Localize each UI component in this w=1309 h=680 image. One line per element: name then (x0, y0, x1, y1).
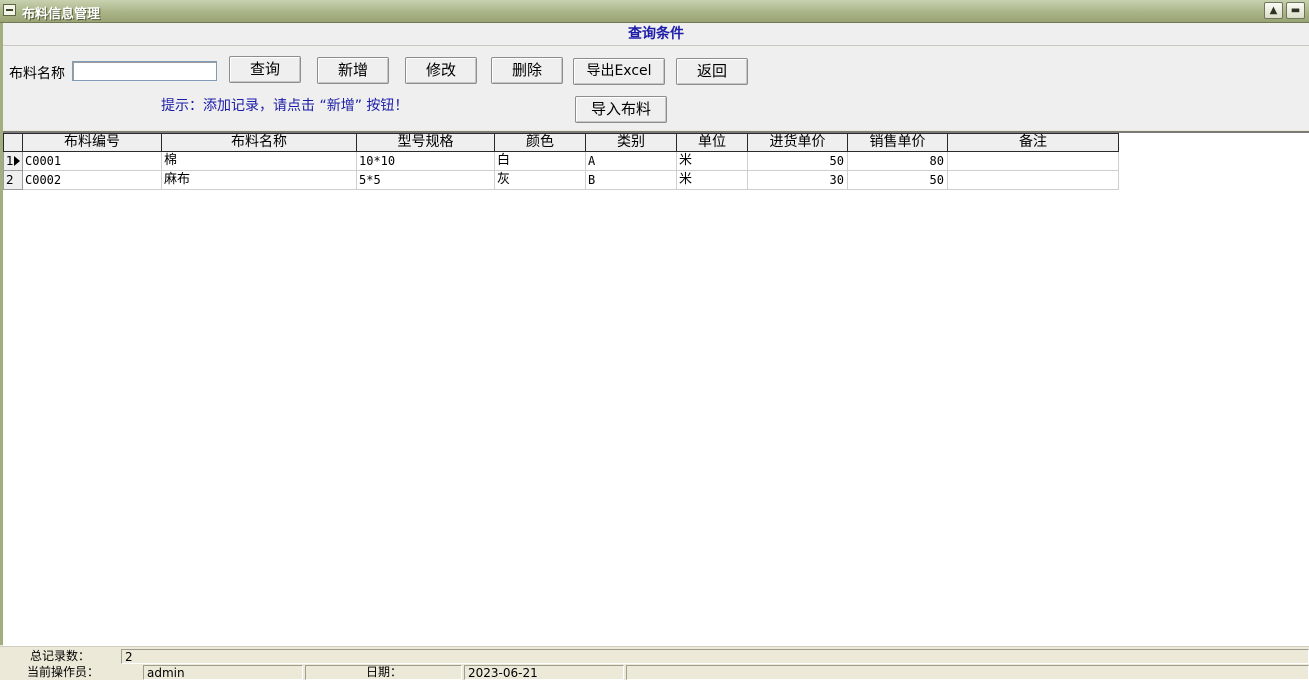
window-menu-icon[interactable] (3, 4, 16, 16)
cell-category[interactable]: B (585, 170, 677, 190)
cell-code[interactable]: C0001 (22, 151, 162, 171)
data-grid[interactable]: 布料编号 布料名称 型号规格 颜色 类别 单位 进货单价 销售单价 备注 1 C… (3, 131, 1309, 647)
cell-note[interactable] (947, 170, 1119, 190)
window-title: 布料信息管理 (22, 7, 101, 22)
cell-name[interactable]: 麻布 (161, 170, 357, 190)
cell-purchase-price[interactable]: 30 (747, 170, 848, 190)
cell-sale-price[interactable]: 80 (847, 151, 948, 171)
row-header-corner (3, 133, 23, 152)
title-bar: 布料信息管理 ▲ ▬ (0, 0, 1309, 23)
cell-color[interactable]: 白 (494, 151, 586, 171)
row-header[interactable]: 1 (3, 151, 23, 171)
query-panel: 布料名称 查询 新增 修改 删除 导出Excel 返回 提示：添加记录，请点击 … (3, 46, 1309, 130)
operator-label: 当前操作员： (27, 665, 100, 679)
cell-spec[interactable]: 10*10 (356, 151, 495, 171)
cell-color[interactable]: 灰 (494, 170, 586, 190)
column-header-note[interactable]: 备注 (947, 133, 1119, 152)
column-header-purchase-price[interactable]: 进货单价 (747, 133, 848, 152)
header-row: 布料编号 布料名称 型号规格 颜色 类别 单位 进货单价 销售单价 备注 (3, 133, 1119, 152)
cell-sale-price[interactable]: 50 (847, 170, 948, 190)
row-index: 1 (6, 154, 14, 168)
query-button[interactable]: 查询 (229, 56, 301, 83)
column-header-category[interactable]: 类别 (585, 133, 677, 152)
column-header-color[interactable]: 颜色 (494, 133, 586, 152)
cell-unit[interactable]: 米 (676, 170, 748, 190)
cell-category[interactable]: A (585, 151, 677, 171)
column-header-unit[interactable]: 单位 (676, 133, 748, 152)
total-records-label: 总记录数： (30, 649, 91, 663)
status-empty-panel (626, 665, 1309, 680)
edit-button[interactable]: 修改 (405, 57, 477, 84)
row-index: 2 (6, 173, 14, 187)
conditions-header: 查询条件 (3, 23, 1309, 46)
table-row[interactable]: 1 C0001 棉 10*10 白 A 米 50 80 (3, 151, 1119, 171)
column-header-code[interactable]: 布料编号 (22, 133, 162, 152)
column-header-spec[interactable]: 型号规格 (356, 133, 495, 152)
status-bar: 当前操作员： admin 日期： 2023-06-21 (0, 664, 1309, 680)
fabric-name-input[interactable] (72, 61, 217, 81)
restore-button[interactable]: ▲ (1264, 2, 1283, 19)
import-fabric-button[interactable]: 导入布料 (575, 96, 667, 123)
fabric-name-label: 布料名称 (9, 66, 65, 82)
table-row[interactable]: 2 C0002 麻布 5*5 灰 B 米 30 50 (3, 170, 1119, 190)
cell-spec[interactable]: 5*5 (356, 170, 495, 190)
row-header[interactable]: 2 (3, 170, 23, 190)
cell-code[interactable]: C0002 (22, 170, 162, 190)
add-button[interactable]: 新增 (317, 57, 389, 84)
delete-button[interactable]: 删除 (491, 57, 563, 84)
fabric-table: 布料编号 布料名称 型号规格 颜色 类别 单位 进货单价 销售单价 备注 1 C… (3, 133, 1119, 190)
column-header-sale-price[interactable]: 销售单价 (847, 133, 948, 152)
operator-value: admin (143, 665, 303, 680)
cell-purchase-price[interactable]: 50 (747, 151, 848, 171)
conditions-title: 查询条件 (628, 26, 684, 42)
cell-note[interactable] (947, 151, 1119, 171)
cell-unit[interactable]: 米 (676, 151, 748, 171)
hint-text: 提示：添加记录，请点击 “新增” 按钮！ (161, 98, 409, 114)
total-records-value: 2 (121, 649, 1309, 664)
column-header-name[interactable]: 布料名称 (161, 133, 357, 152)
export-excel-button[interactable]: 导出Excel (573, 58, 665, 85)
date-label: 日期： (366, 665, 403, 679)
cell-name[interactable]: 棉 (161, 151, 357, 171)
back-button[interactable]: 返回 (676, 58, 748, 85)
current-row-arrow-icon (14, 156, 20, 166)
record-count-bar: 总记录数： 2 (0, 646, 1309, 665)
minimize-button[interactable]: ▬ (1286, 2, 1305, 19)
date-value: 2023-06-21 (464, 665, 624, 680)
